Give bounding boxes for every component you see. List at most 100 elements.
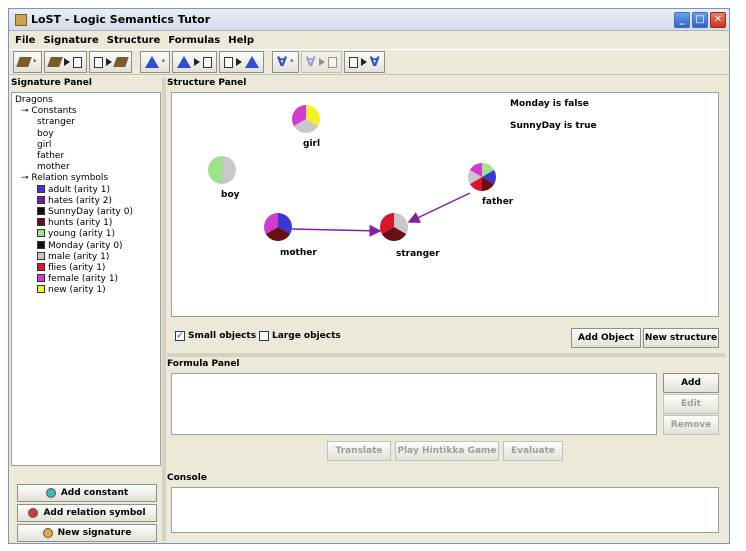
forall-icon: ∀ (369, 54, 380, 70)
large-objects-checkbox[interactable]: Large objects (259, 331, 341, 341)
structure-canvas[interactable]: girl boy father mother stranger Monday i… (171, 92, 719, 317)
evaluate-button[interactable]: Evaluate (503, 441, 563, 461)
arrow-icon (105, 58, 112, 66)
remove-formula-button[interactable]: Remove (663, 415, 719, 435)
relation-label: new (arity 1) (48, 285, 106, 296)
object-father[interactable] (468, 163, 496, 191)
arrow-icon (63, 58, 70, 66)
fact-sunnyday: SunnyDay is true (510, 121, 597, 131)
menu-help[interactable]: Help (228, 35, 254, 46)
relation-label: male (arity 1) (48, 251, 110, 262)
new-structure-tool-button[interactable]: * (139, 51, 170, 73)
arrow-icon (236, 58, 242, 66)
object-stranger[interactable] (380, 213, 408, 241)
new-signature-button[interactable]: New signature (17, 524, 157, 542)
structure-panel: Structure Panel girl boy father mother s… (167, 78, 725, 353)
add-relation-symbol-button[interactable]: Add relation symbol (17, 504, 157, 522)
hates-edge-mother-stranger (291, 224, 382, 237)
color-swatch-icon (37, 184, 45, 193)
menu-signature[interactable]: Signature (43, 35, 98, 46)
relation-item[interactable]: new (arity 1) (15, 285, 157, 296)
relation-item[interactable]: Monday (arity 0) (15, 240, 157, 252)
large-objects-label: Large objects (272, 331, 341, 341)
arrow-icon (360, 58, 367, 66)
object-label-mother: mother (280, 248, 317, 258)
color-swatch-icon (37, 251, 45, 260)
relation-item[interactable]: female (arity 1) (15, 274, 157, 285)
forall-icon: ∀ (277, 54, 288, 70)
tree-root[interactable]: Dragons (15, 95, 157, 106)
close-button[interactable]: ✕ (710, 12, 726, 28)
relation-item[interactable]: flies (arity 1) (15, 263, 157, 274)
formula-to-file-button[interactable]: ∀ (300, 51, 342, 73)
edit-formula-button[interactable]: Edit (663, 394, 719, 414)
file-to-signature-button[interactable] (88, 51, 132, 73)
maximize-button[interactable]: □ (692, 12, 708, 28)
relation-item[interactable]: male (arity 1) (15, 251, 157, 263)
document-icon (203, 56, 212, 68)
checkmark-icon: ✓ (175, 331, 185, 341)
relation-label: female (arity 1) (48, 274, 119, 285)
tree-relations-node[interactable]: ⊸ Relation symbols (15, 173, 157, 184)
relation-item[interactable]: young (arity 1) (15, 229, 157, 240)
relation-item[interactable]: SunnyDay (arity 0) (15, 207, 157, 218)
minimize-button[interactable]: _ (674, 12, 690, 28)
new-structure-button[interactable]: New structure (643, 328, 719, 348)
object-label-father: father (482, 197, 514, 207)
add-formula-button[interactable]: Add (663, 373, 719, 393)
relation-label: SunnyDay (arity 0) (48, 207, 133, 218)
constant-item[interactable]: stranger (15, 117, 157, 128)
structure-panel-title: Structure Panel (167, 78, 247, 88)
add-object-button[interactable]: Add Object (571, 328, 641, 348)
relation-label: Monday (arity 0) (48, 240, 123, 251)
app-window: LoST - Logic Semantics Tutor _ □ ✕ File … (8, 8, 730, 544)
add-constant-label: Add constant (60, 488, 129, 498)
color-swatch-icon (37, 218, 45, 227)
add-relation-icon (28, 508, 39, 518)
constant-item[interactable]: mother (15, 162, 157, 173)
new-signature-label: New signature (57, 528, 132, 538)
file-to-structure-button[interactable] (219, 51, 264, 73)
structure-to-file-button[interactable] (172, 51, 217, 73)
menu-formulas[interactable]: Formulas (168, 35, 220, 46)
tree-constants-node[interactable]: ⊸ Constants (15, 106, 157, 117)
signature-to-file-button[interactable] (43, 51, 87, 73)
constant-item[interactable]: girl (15, 140, 157, 151)
translate-button[interactable]: Translate (327, 441, 391, 461)
add-constant-icon (45, 488, 56, 498)
constant-item[interactable]: father (15, 151, 157, 162)
pen-icon (16, 57, 32, 67)
new-formula-tool-button[interactable]: ∀ * (272, 51, 299, 73)
relation-item[interactable]: adult (arity 1) (15, 184, 157, 196)
relation-label: flies (arity 1) (48, 263, 106, 274)
horizontal-splitter[interactable] (167, 353, 725, 357)
constant-item[interactable]: boy (15, 129, 157, 140)
file-to-formula-button[interactable]: ∀ (343, 51, 385, 73)
object-girl[interactable] (292, 105, 320, 133)
small-objects-checkbox[interactable]: ✓ Small objects (175, 331, 256, 341)
relation-item[interactable]: hunts (arity 1) (15, 218, 157, 229)
formula-list[interactable] (171, 373, 657, 435)
vertical-splitter[interactable] (162, 78, 166, 541)
menu-structure[interactable]: Structure (107, 35, 161, 46)
new-signature-tool-button[interactable]: * (13, 51, 42, 73)
relation-label: hunts (arity 1) (48, 218, 113, 229)
color-swatch-icon (37, 207, 45, 216)
checkbox-box (259, 331, 269, 341)
document-icon (93, 56, 103, 68)
add-constant-button[interactable]: Add constant (17, 484, 157, 502)
structure-graph (208, 105, 496, 241)
triangle-icon (177, 56, 191, 68)
small-objects-label: Small objects (188, 331, 257, 341)
object-mother[interactable] (264, 213, 292, 241)
triangle-icon (245, 56, 259, 68)
menu-bar: File Signature Structure Formulas Help (9, 31, 729, 49)
relation-label: hates (arity 2) (48, 195, 113, 206)
console-output[interactable] (171, 487, 719, 533)
console-title: Console (167, 473, 207, 483)
relation-item[interactable]: hates (arity 2) (15, 195, 157, 207)
object-boy[interactable] (208, 156, 236, 184)
play-hintikka-game-button[interactable]: Play Hintikka Game (395, 441, 499, 461)
hates-edge-father-stranger (407, 192, 471, 223)
menu-file[interactable]: File (15, 35, 35, 46)
